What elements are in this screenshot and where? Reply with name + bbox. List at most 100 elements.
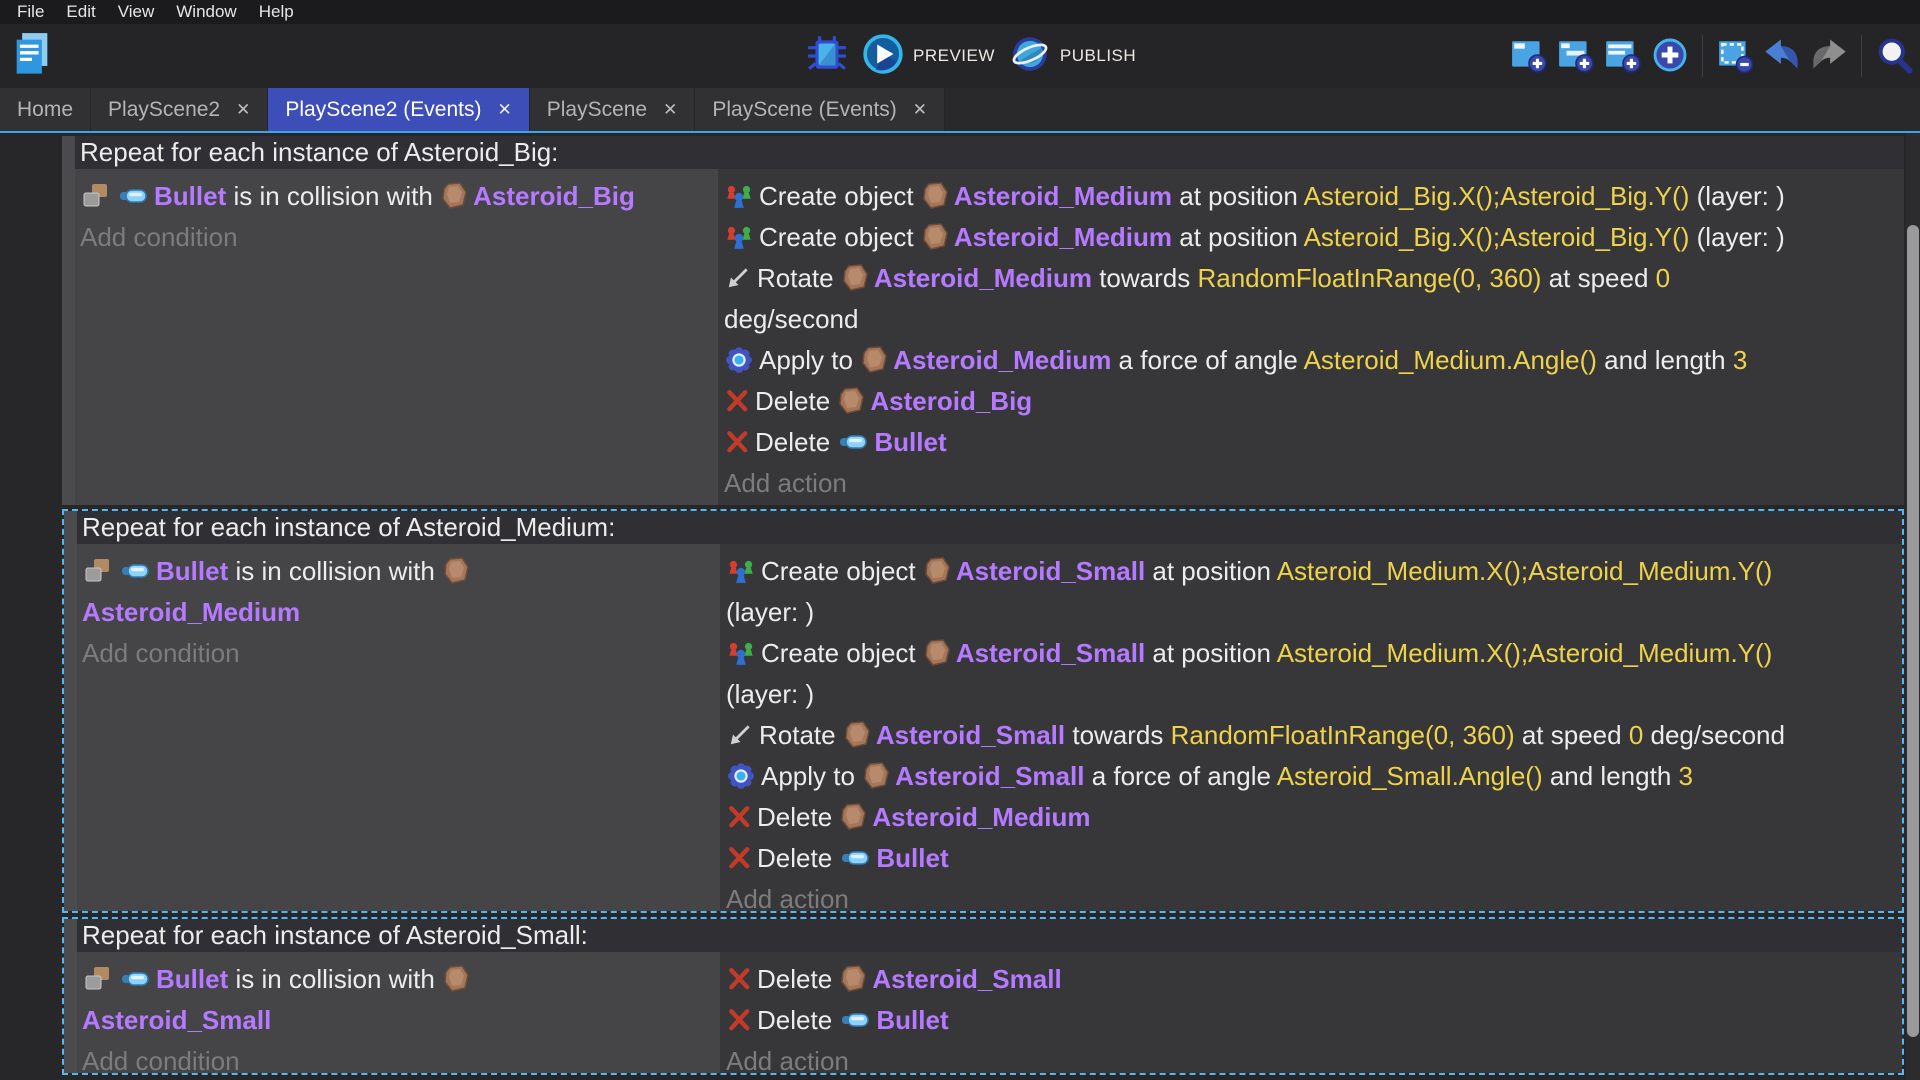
toolbar-right (1509, 24, 1914, 88)
add-subevent-icon (1557, 36, 1595, 77)
event-drag-handle[interactable] (62, 136, 75, 505)
rotate-icon (726, 720, 759, 750)
project-manager-icon (13, 66, 51, 81)
search-button[interactable] (1874, 36, 1914, 76)
text: deg/second (1643, 720, 1785, 750)
preview-button[interactable]: PREVIEW (862, 33, 995, 80)
tab-playscene[interactable]: PlayScene✕ (530, 88, 696, 131)
expression: Asteroid_Medium.X();Asteroid_Medium.Y() (1277, 556, 1773, 586)
add-condition-button[interactable]: Add condition (82, 633, 720, 674)
menu-item-file[interactable]: File (6, 0, 55, 24)
action-row[interactable]: Delete Asteroid_Big (724, 381, 1904, 422)
conditions-panel: Bullet is in collision with Asteroid_Med… (77, 544, 720, 911)
asteroid-icon (921, 181, 954, 211)
redo-button[interactable] (1809, 36, 1849, 76)
scrollbar-track[interactable] (1906, 133, 1920, 1080)
tab-playscene-events-[interactable]: PlayScene (Events)✕ (695, 88, 945, 131)
add-comment-button[interactable] (1603, 36, 1643, 76)
add-action-button[interactable]: Add action (726, 1041, 1902, 1073)
text: at speed (1515, 720, 1629, 750)
action-row[interactable]: (layer: ) (726, 592, 1902, 633)
action-row[interactable]: Delete Bullet (726, 838, 1902, 879)
text: towards (1065, 720, 1171, 750)
action-row[interactable]: Apply to Asteroid_Small a force of angle… (726, 756, 1902, 797)
tab-close-icon[interactable]: ✕ (913, 101, 927, 118)
event-block[interactable]: Repeat for each instance of Asteroid_Med… (62, 509, 1904, 913)
condition-row[interactable]: Asteroid_Medium (82, 592, 720, 633)
action-row[interactable]: Delete Bullet (726, 1000, 1902, 1041)
tab-close-icon[interactable]: ✕ (497, 101, 511, 118)
asteroid-icon (841, 263, 874, 293)
add-other-event-button[interactable] (1650, 36, 1690, 76)
conditions-panel: Bullet is in collision with Asteroid_Sma… (77, 952, 720, 1073)
bullet-icon (837, 427, 874, 457)
event-header[interactable]: Repeat for each instance of Asteroid_Sma… (77, 919, 1902, 952)
asteroid-icon (843, 720, 876, 750)
action-row[interactable]: Rotate Asteroid_Medium towards RandomFlo… (724, 258, 1904, 299)
expression: Asteroid_Big.X();Asteroid_Big.Y() (1304, 181, 1690, 211)
menu-item-view[interactable]: View (107, 0, 166, 24)
object-name: Asteroid_Medium (954, 181, 1172, 211)
action-row[interactable]: Create object Asteroid_Medium at positio… (724, 176, 1904, 217)
asteroid-icon (440, 181, 473, 211)
clear-selection-button[interactable] (1715, 36, 1755, 76)
menu-item-edit[interactable]: Edit (55, 0, 106, 24)
redo-icon (1809, 35, 1849, 78)
action-row[interactable]: Create object Asteroid_Small at position… (726, 551, 1902, 592)
action-row[interactable]: deg/second (724, 299, 1904, 340)
event-block[interactable]: Repeat for each instance of Asteroid_Sma… (62, 917, 1904, 1075)
debug-button[interactable] (806, 35, 848, 78)
asteroid-icon (442, 964, 475, 994)
scrollbar-thumb[interactable] (1907, 225, 1919, 1037)
event-header[interactable]: Repeat for each instance of Asteroid_Med… (77, 511, 1902, 544)
event-drag-handle[interactable] (64, 919, 77, 1073)
event-header[interactable]: Repeat for each instance of Asteroid_Big… (75, 136, 1904, 169)
publish-button[interactable]: PUBLISH (1009, 33, 1136, 80)
action-row[interactable]: Create object Asteroid_Medium at positio… (724, 217, 1904, 258)
event-drag-handle[interactable] (64, 511, 77, 911)
condition-row[interactable]: Asteroid_Small (82, 1000, 720, 1041)
text: Create object (759, 181, 921, 211)
action-row[interactable]: Rotate Asteroid_Small towards RandomFloa… (726, 715, 1902, 756)
text: a force of angle (1084, 761, 1276, 791)
menu-item-help[interactable]: Help (248, 0, 305, 24)
object-name: Bullet (876, 1005, 948, 1035)
condition-row[interactable]: Bullet is in collision with Asteroid_Big (80, 176, 718, 217)
condition-row[interactable]: Bullet is in collision with (82, 551, 720, 592)
action-row[interactable]: Delete Asteroid_Small (726, 959, 1902, 1000)
tab-playscene2-events-[interactable]: PlayScene2 (Events)✕ (268, 88, 529, 131)
add-subevent-button[interactable] (1556, 36, 1596, 76)
undo-button[interactable] (1762, 36, 1802, 76)
condition-row[interactable]: Bullet is in collision with (82, 959, 720, 1000)
tab-close-icon[interactable]: ✕ (236, 101, 250, 118)
action-row[interactable]: (layer: ) (726, 674, 1902, 715)
object-name: Asteroid_Small (82, 1005, 271, 1035)
action-row[interactable]: Delete Asteroid_Medium (726, 797, 1902, 838)
create-object-icon (726, 556, 761, 586)
toolbar-separator (1861, 35, 1862, 77)
object-name: Asteroid_Medium (893, 345, 1111, 375)
action-row[interactable]: Create object Asteroid_Small at position… (726, 633, 1902, 674)
collision-icon (82, 964, 119, 994)
add-condition-button[interactable]: Add condition (80, 217, 718, 258)
tab-playscene2[interactable]: PlayScene2✕ (91, 88, 268, 131)
event-block[interactable]: Repeat for each instance of Asteroid_Big… (62, 136, 1904, 505)
add-event-button[interactable] (1509, 36, 1549, 76)
add-action-button[interactable]: Add action (724, 463, 1904, 504)
menu-item-window[interactable]: Window (165, 0, 247, 24)
object-name: Bullet (874, 427, 946, 457)
action-row[interactable]: Delete Bullet (724, 422, 1904, 463)
force-icon (724, 345, 759, 375)
add-condition-button[interactable]: Add condition (82, 1041, 720, 1073)
preview-play-icon (862, 60, 904, 79)
delete-icon (724, 386, 755, 416)
add-action-button[interactable]: Add action (726, 879, 1902, 911)
tab-close-icon[interactable]: ✕ (663, 101, 677, 118)
tab-home[interactable]: Home (0, 88, 91, 131)
action-row[interactable]: Apply to Asteroid_Medium a force of angl… (724, 340, 1904, 381)
tab-bar: HomePlayScene2✕PlayScene2 (Events)✕PlayS… (0, 88, 1920, 131)
object-name: Bullet (154, 181, 226, 211)
project-manager-button[interactable] (12, 32, 52, 80)
create-object-icon (726, 638, 761, 668)
expression: RandomFloatInRange(0, 360) (1171, 720, 1515, 750)
